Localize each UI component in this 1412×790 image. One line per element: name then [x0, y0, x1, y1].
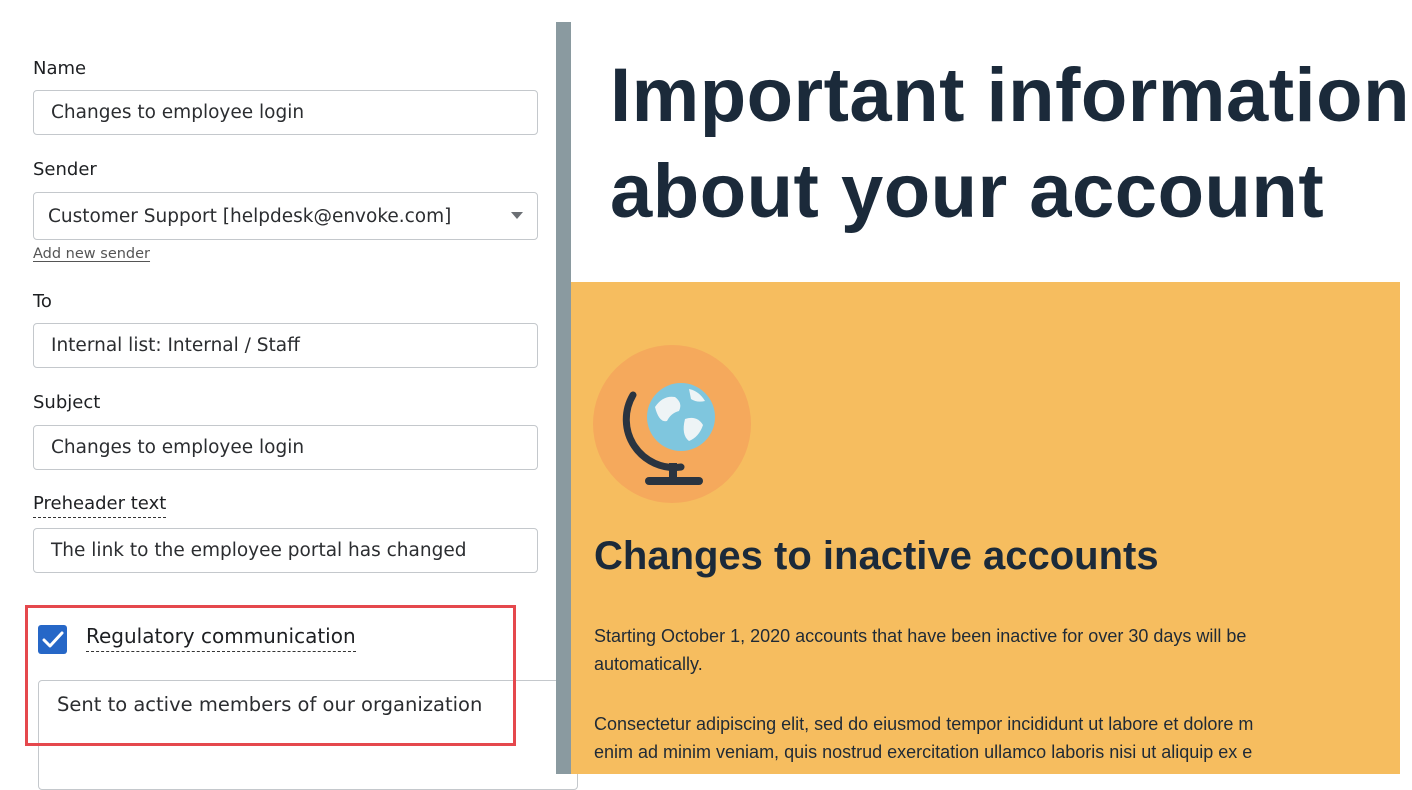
preheader-input-value: The link to the employee portal has chan… [51, 540, 467, 561]
regulatory-checkbox[interactable] [38, 625, 67, 654]
email-settings-form: Name Changes to employee login Sender Cu… [0, 0, 578, 790]
regulatory-communication-label[interactable]: Regulatory communication [86, 624, 356, 652]
subject-input[interactable]: Changes to employee login [33, 425, 538, 470]
preheader-input[interactable]: The link to the employee portal has chan… [33, 528, 538, 573]
checkmark-icon [42, 631, 63, 647]
name-input-value: Changes to employee login [51, 102, 305, 123]
to-label: To [33, 291, 52, 312]
paragraph-1-line-1: Starting October 1, 2020 accounts that h… [594, 626, 1247, 646]
headline-line-2: about your account [610, 149, 1325, 234]
headline-line-1: Important information [610, 53, 1411, 138]
globe-icon [622, 383, 715, 485]
preview-headline: Important information about your account [610, 48, 1412, 240]
to-input-value: Internal list: Internal / Staff [51, 335, 300, 356]
preview-content-block: Changes to inactive accounts Starting Oc… [571, 282, 1400, 774]
paragraph-2-line-1: Consectetur adipiscing elit, sed do eius… [594, 714, 1254, 734]
paragraph-2: Consectetur adipiscing elit, sed do eius… [594, 710, 1400, 766]
regulatory-description-value: Sent to active members of our organizati… [57, 693, 483, 716]
subject-label: Subject [33, 392, 101, 413]
pane-divider[interactable] [556, 22, 571, 774]
name-input[interactable]: Changes to employee login [33, 90, 538, 135]
preheader-label: Preheader text [33, 493, 167, 518]
paragraph-1-line-2: automatically. [594, 654, 703, 674]
sender-select-value: Customer Support [helpdesk@envoke.com] [48, 205, 452, 227]
subject-input-value: Changes to employee login [51, 437, 305, 458]
sender-label: Sender [33, 159, 97, 180]
chevron-down-icon [511, 212, 523, 219]
sender-select[interactable]: Customer Support [helpdesk@envoke.com] [33, 192, 538, 240]
email-preview: Important information about your account… [571, 0, 1412, 774]
add-new-sender-link[interactable]: Add new sender [33, 246, 150, 262]
paragraph-2-line-2: enim ad minim veniam, quis nostrud exerc… [594, 742, 1253, 762]
paragraph-1: Starting October 1, 2020 accounts that h… [594, 622, 1400, 678]
to-input[interactable]: Internal list: Internal / Staff [33, 323, 538, 368]
section-title: Changes to inactive accounts [594, 534, 1159, 578]
name-label: Name [33, 58, 87, 79]
